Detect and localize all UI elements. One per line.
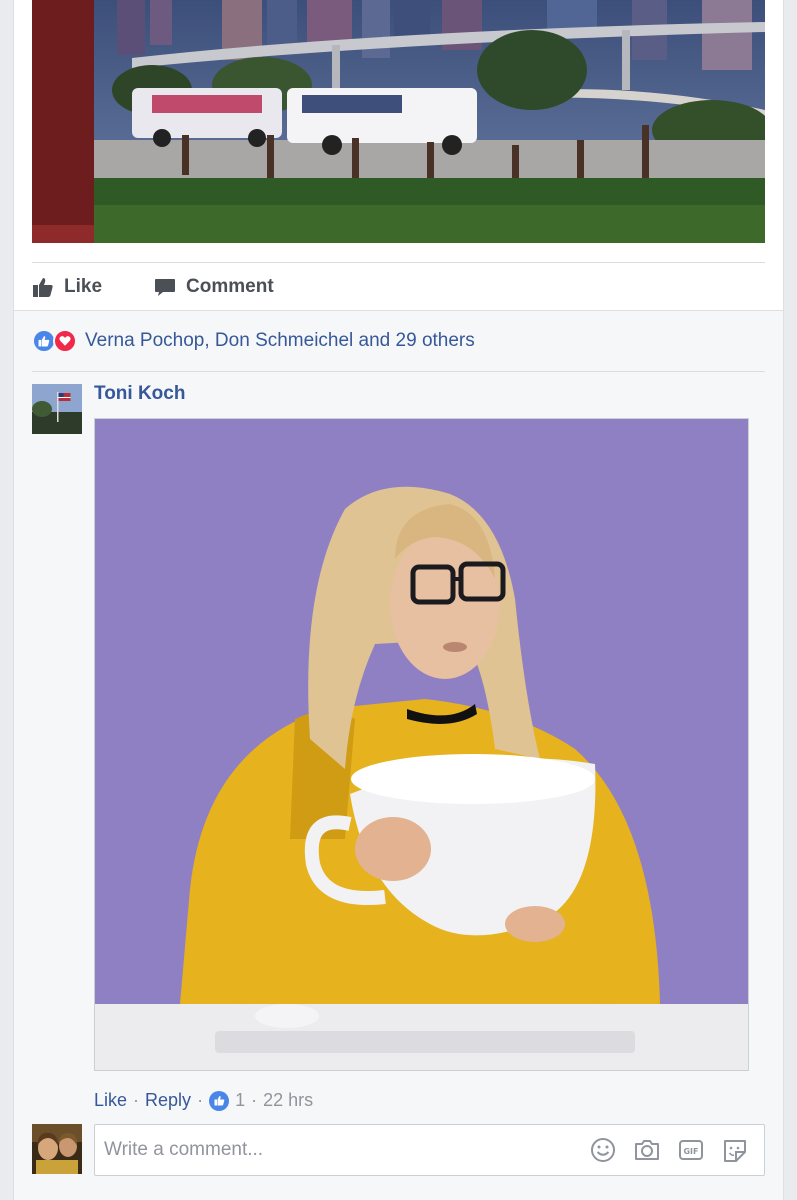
comment-actions: Like · Reply · 1 · 22 hrs	[94, 1090, 313, 1111]
flag-avatar-image	[32, 384, 82, 434]
like-button[interactable]: Like	[32, 276, 102, 298]
comments-section: Verna Pochop, Don Schmeichel and 29 othe…	[14, 310, 783, 1200]
post-action-bar: Like Comment	[32, 262, 765, 310]
separator: ·	[197, 1090, 204, 1110]
comment-button[interactable]: Comment	[154, 276, 274, 298]
comment-reply-link[interactable]: Reply	[145, 1090, 191, 1111]
post-photo[interactable]	[32, 0, 765, 243]
emoji-icon[interactable]	[588, 1135, 618, 1165]
comment-gif[interactable]	[94, 418, 749, 1071]
current-user-avatar[interactable]	[32, 1124, 82, 1174]
love-reaction-icon	[53, 329, 77, 353]
user-avatar-image	[32, 1124, 82, 1174]
reactions-summary[interactable]: Verna Pochop, Don Schmeichel and 29 othe…	[32, 328, 765, 372]
avatar[interactable]	[32, 384, 82, 434]
sticker-icon[interactable]	[720, 1135, 750, 1165]
comment-like-count-icon[interactable]	[209, 1090, 230, 1111]
comment-input[interactable]	[95, 1125, 588, 1175]
separator: ·	[251, 1090, 258, 1110]
comment-composer: GIF	[94, 1124, 765, 1176]
comment-like-link[interactable]: Like	[94, 1090, 127, 1111]
comment-timestamp[interactable]: 22 hrs	[263, 1090, 313, 1111]
composer-icons: GIF	[588, 1135, 764, 1165]
like-label: Like	[64, 275, 103, 297]
gif-icon[interactable]: GIF	[676, 1135, 706, 1165]
thumbs-up-icon	[33, 277, 53, 297]
reaction-names[interactable]: Verna Pochop, Don Schmeichel and 29 othe…	[85, 328, 475, 354]
comment-like-count[interactable]: 1	[235, 1090, 245, 1111]
comment-label: Comment	[186, 275, 274, 297]
svg-text:GIF: GIF	[683, 1147, 698, 1156]
separator: ·	[133, 1090, 140, 1110]
reaction-icons	[32, 329, 77, 353]
comment-author-name[interactable]: Toni Koch	[94, 383, 185, 405]
camera-icon[interactable]	[632, 1135, 662, 1165]
woman-giant-mug-gif	[95, 419, 748, 1070]
city-highway-photo	[32, 0, 765, 243]
speech-bubble-icon	[155, 278, 176, 296]
